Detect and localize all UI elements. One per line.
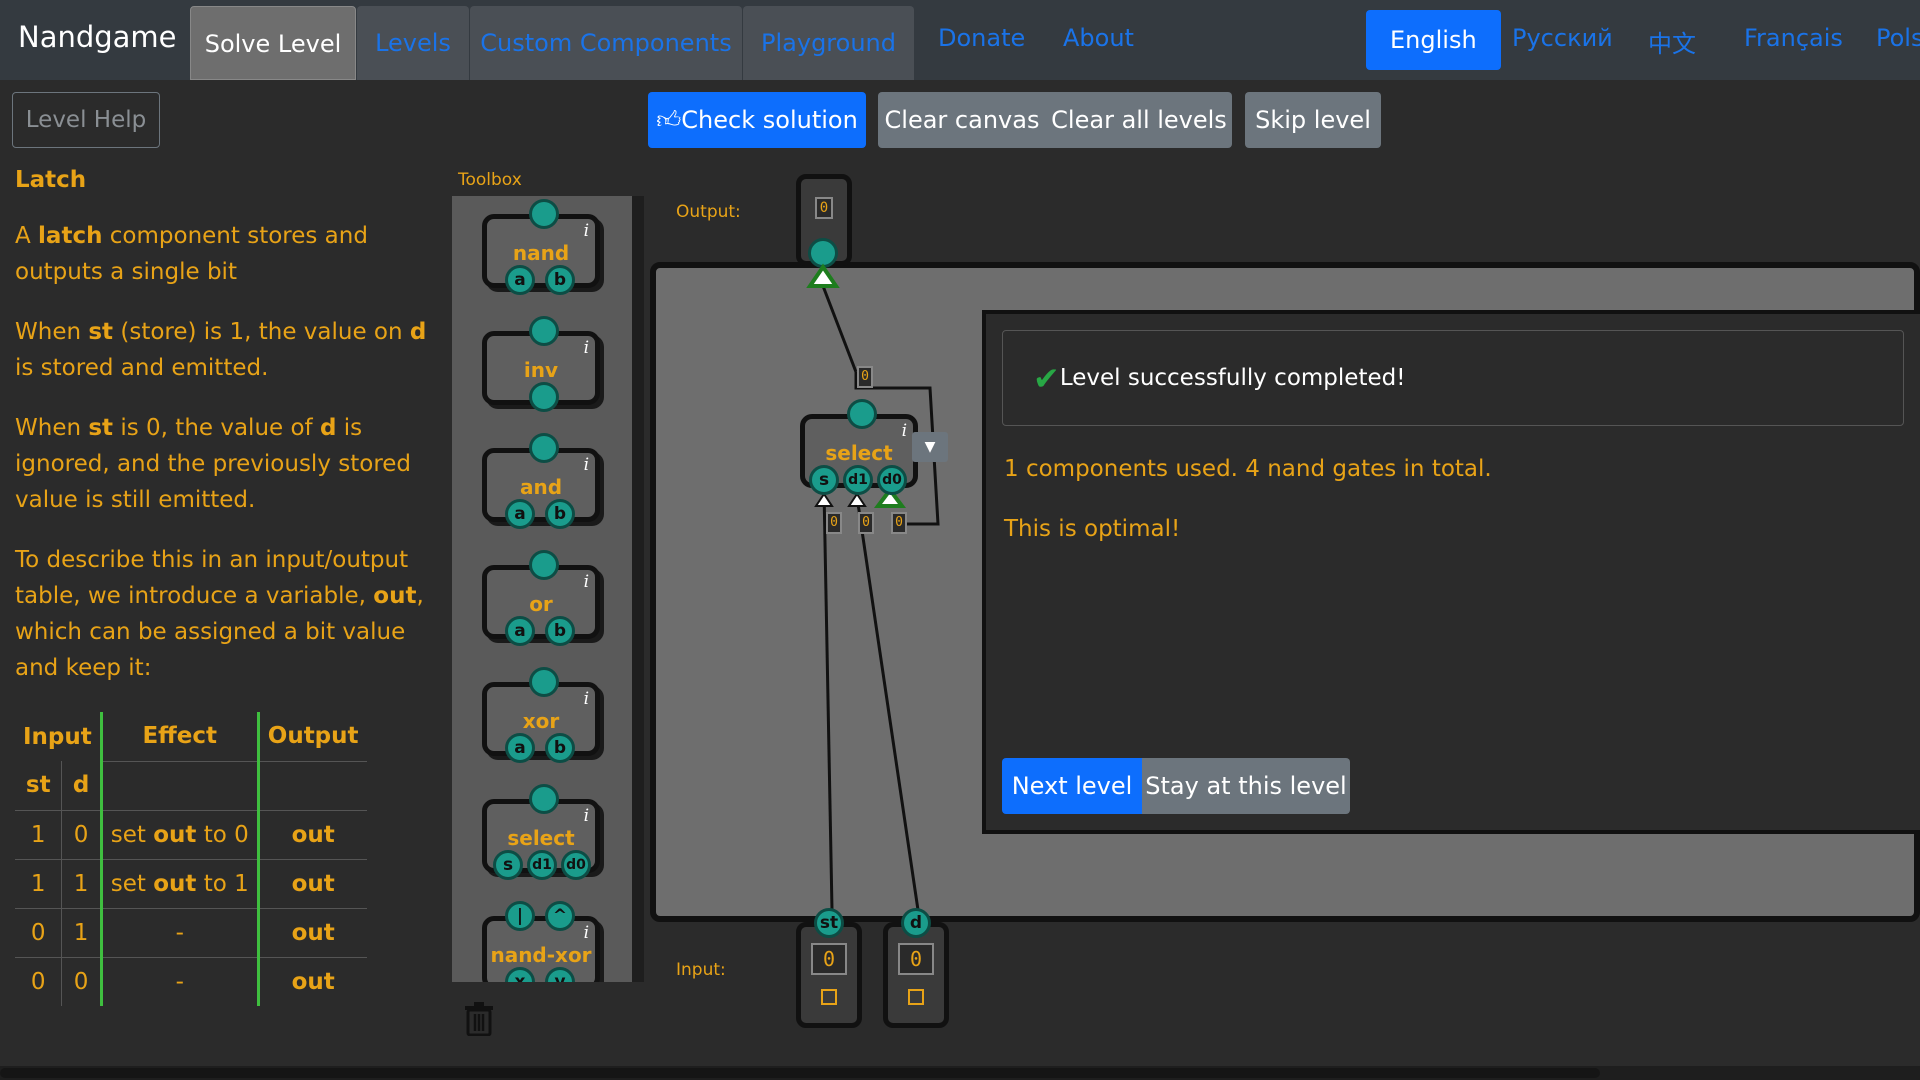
- input-value: 0: [898, 943, 934, 975]
- horizontal-scrollbar[interactable]: [0, 1066, 1920, 1080]
- pin-value: 0: [858, 512, 874, 534]
- level-complete-dialog: ✔Level successfully completed! 1 compone…: [982, 310, 1920, 834]
- select-component[interactable]: select i s d1 d0: [800, 399, 918, 495]
- next-level-button[interactable]: Next level: [1002, 758, 1142, 814]
- pin-value: 0: [826, 512, 842, 534]
- input-pin[interactable]: d0: [877, 465, 907, 495]
- optimal-text: This is optimal!: [1004, 516, 1181, 542]
- toggle-checkbox[interactable]: [908, 989, 924, 1005]
- wire-value: 0: [857, 366, 873, 388]
- input-pin[interactable]: st: [814, 908, 844, 938]
- success-alert: ✔Level successfully completed!: [1002, 330, 1904, 426]
- input-pin[interactable]: s: [809, 465, 839, 495]
- pin-value: 0: [891, 512, 907, 534]
- component-menu-button[interactable]: ▼: [912, 432, 948, 462]
- input-value: 0: [811, 943, 847, 975]
- input-pin[interactable]: d: [901, 908, 931, 938]
- stay-level-button[interactable]: Stay at this level: [1142, 758, 1350, 814]
- toggle-checkbox[interactable]: [821, 989, 837, 1005]
- stats-text: 1 components used. 4 nand gates in total…: [1004, 456, 1492, 482]
- info-icon[interactable]: i: [902, 421, 907, 441]
- input-pin[interactable]: d1: [843, 465, 873, 495]
- checkmark-icon: ✔: [1033, 359, 1060, 398]
- output-pin[interactable]: [847, 399, 877, 429]
